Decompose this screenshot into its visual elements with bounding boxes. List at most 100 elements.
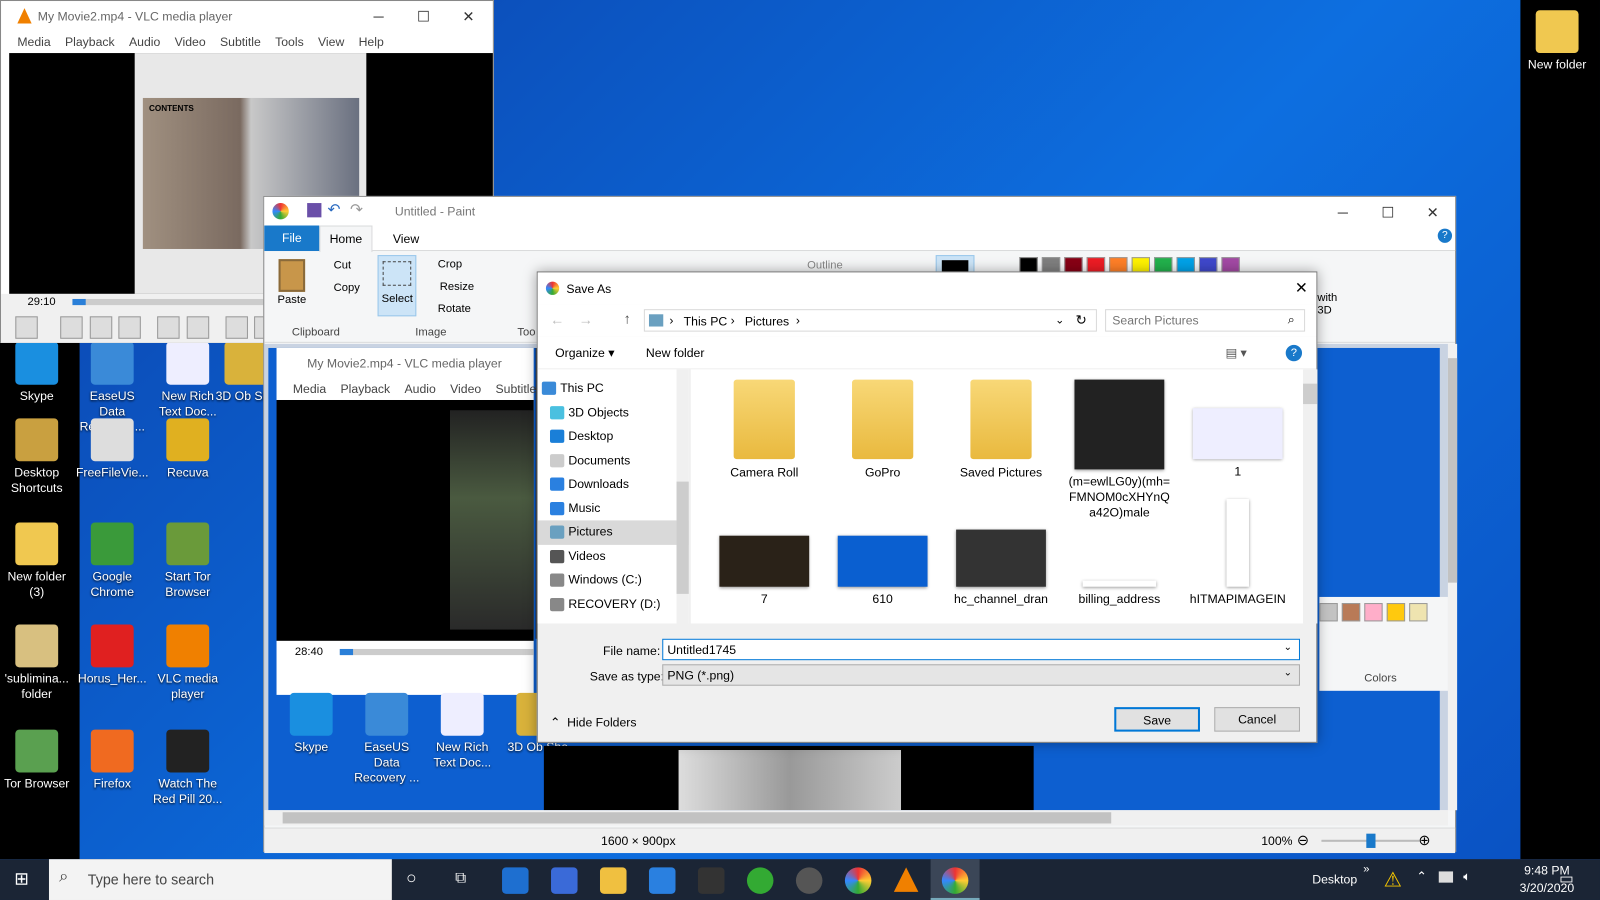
- menu-item[interactable]: Playback: [65, 35, 115, 49]
- file-item[interactable]: Saved Pictures: [950, 379, 1052, 481]
- file-item[interactable]: hc_channel_dran: [950, 529, 1052, 608]
- desktop-icon[interactable]: 'sublimina... folder: [0, 624, 73, 702]
- vertical-scrollbar[interactable]: [1447, 343, 1458, 811]
- nav-scrollbar[interactable]: [676, 369, 689, 624]
- close-button[interactable]: ✕: [1410, 197, 1455, 228]
- new-folder-button[interactable]: New folder: [646, 346, 705, 360]
- amazon-icon[interactable]: [697, 867, 725, 894]
- menu-item[interactable]: Media: [293, 382, 326, 396]
- maximize-button[interactable]: ☐: [1365, 197, 1410, 228]
- cancel-button[interactable]: Cancel: [1214, 707, 1300, 732]
- toolbar-expand[interactable]: »: [1363, 863, 1369, 875]
- refresh-button[interactable]: ↻: [1076, 312, 1087, 328]
- edge-icon[interactable]: [502, 867, 529, 894]
- help-icon[interactable]: ?: [1285, 344, 1303, 362]
- history-dropdown[interactable]: ⌄: [1055, 313, 1064, 326]
- desktop-icon[interactable]: Start Tor Browser: [151, 522, 224, 600]
- file-item[interactable]: Camera Roll: [713, 379, 815, 481]
- mail-icon[interactable]: [648, 867, 676, 894]
- organize-button[interactable]: Organize ▾: [555, 346, 614, 360]
- playlist-button[interactable]: [225, 316, 249, 339]
- color-swatch[interactable]: [1409, 603, 1428, 622]
- show-hidden-icons[interactable]: ⌃: [1416, 869, 1426, 883]
- color-swatch[interactable]: [1341, 603, 1361, 622]
- nav-item[interactable]: This PC: [538, 377, 689, 401]
- desktop-icon[interactable]: Skype: [0, 341, 73, 404]
- store-icon[interactable]: [551, 867, 578, 894]
- cut-button[interactable]: Cut: [334, 259, 351, 271]
- minimize-button[interactable]: ─: [356, 1, 401, 32]
- nav-item[interactable]: 3D Objects: [538, 401, 689, 425]
- zoom-out-button[interactable]: ⊖: [1297, 832, 1309, 849]
- horizontal-scrollbar[interactable]: [264, 810, 1448, 826]
- desktop-toolbar[interactable]: Desktop: [1312, 872, 1357, 886]
- desktop-icon[interactable]: FreeFileVie...: [76, 418, 149, 480]
- menu-item[interactable]: Subtitle: [220, 35, 261, 49]
- menu-item[interactable]: Playback: [340, 382, 390, 396]
- nav-item[interactable]: Videos: [538, 544, 689, 568]
- maximize-button[interactable]: ☐: [401, 1, 446, 32]
- menu-item[interactable]: Subtitle: [495, 382, 536, 396]
- address-bar[interactable]: › This PC › Pictures › ⌄: [643, 309, 1097, 332]
- breadcrumb-this-pc[interactable]: This PC: [684, 314, 728, 328]
- media-app-icon[interactable]: [795, 867, 823, 894]
- forward-button[interactable]: →: [579, 311, 593, 327]
- edit-with-3d-button[interactable]: with 3D: [1317, 292, 1337, 316]
- redo-icon[interactable]: ↷: [350, 200, 363, 218]
- save-button[interactable]: Save: [1114, 707, 1200, 732]
- nav-item[interactable]: Music: [538, 496, 689, 520]
- back-button[interactable]: ←: [550, 311, 564, 327]
- menu-item[interactable]: Media: [17, 35, 50, 49]
- nav-item[interactable]: RECOVERY (D:): [538, 592, 689, 616]
- menu-item[interactable]: Video: [450, 382, 481, 396]
- cortana-icon[interactable]: ○: [406, 868, 416, 888]
- paint-title-bar[interactable]: ↶ ↷ Untitled - Paint ─ ☐ ✕: [264, 196, 1456, 228]
- zoom-slider[interactable]: [1321, 833, 1420, 848]
- nav-item[interactable]: Downloads: [538, 472, 689, 496]
- color-swatch[interactable]: [1319, 603, 1338, 622]
- minimize-button[interactable]: ─: [1320, 197, 1365, 228]
- outline-button[interactable]: Outline: [807, 259, 843, 271]
- help-icon[interactable]: ?: [1437, 228, 1453, 243]
- chrome-icon[interactable]: [844, 867, 872, 894]
- desktop-icon[interactable]: Horus_Her...: [76, 624, 149, 686]
- desktop-icon[interactable]: Firefox: [76, 729, 149, 792]
- pause-button[interactable]: [15, 316, 38, 339]
- start-button[interactable]: ⊞: [14, 869, 29, 889]
- desktop-icon[interactable]: VLC media player: [151, 624, 224, 702]
- desktop-icon[interactable]: New folder (3): [0, 522, 73, 600]
- menu-item[interactable]: Audio: [404, 382, 435, 396]
- copy-button[interactable]: Copy: [334, 282, 360, 294]
- color-swatch[interactable]: [1364, 603, 1383, 622]
- crop-button[interactable]: Crop: [438, 258, 462, 270]
- files-scrollbar[interactable]: [1303, 369, 1318, 624]
- tab-view[interactable]: View: [393, 232, 419, 246]
- zoom-in-button[interactable]: ⊕: [1418, 832, 1430, 849]
- undo-icon[interactable]: ↶: [328, 200, 341, 218]
- nav-item[interactable]: Windows (C:): [538, 568, 689, 592]
- volume-icon[interactable]: 🔈︎: [1463, 869, 1470, 884]
- fullscreen-button[interactable]: [157, 316, 180, 339]
- resize-button[interactable]: Resize: [440, 281, 474, 293]
- close-button[interactable]: ✕: [446, 1, 491, 32]
- menu-item[interactable]: View: [318, 35, 344, 49]
- extended-settings-button[interactable]: [186, 316, 209, 339]
- chevron-down-icon[interactable]: ⌄: [1284, 642, 1293, 653]
- network-icon[interactable]: [1438, 871, 1454, 883]
- file-item[interactable]: billing_address: [1068, 530, 1170, 608]
- hide-folders-button[interactable]: ⌃ Hide Folders: [550, 715, 636, 729]
- file-explorer-icon[interactable]: [599, 867, 627, 894]
- desktop-icon[interactable]: Watch The Red Pill 20...: [151, 729, 224, 808]
- paste-button[interactable]: Paste: [278, 294, 307, 306]
- file-name-field[interactable]: Untitled1745 ⌄: [662, 638, 1300, 661]
- file-item[interactable]: (m=ewlLG0y)(mh=FMNOM0cXHYnQa42O)male: [1068, 379, 1170, 521]
- search-box[interactable]: ⌕: [1105, 309, 1306, 332]
- tab-file[interactable]: File: [264, 225, 320, 252]
- stop-button[interactable]: [89, 316, 112, 339]
- nav-item[interactable]: Desktop: [538, 424, 689, 448]
- desktop-icon[interactable]: Desktop Shortcuts: [0, 418, 73, 496]
- nav-item[interactable]: Pictures: [537, 520, 689, 545]
- paste-icon[interactable]: [278, 259, 306, 292]
- menu-item[interactable]: Audio: [129, 35, 160, 49]
- menu-item[interactable]: Tools: [275, 35, 304, 49]
